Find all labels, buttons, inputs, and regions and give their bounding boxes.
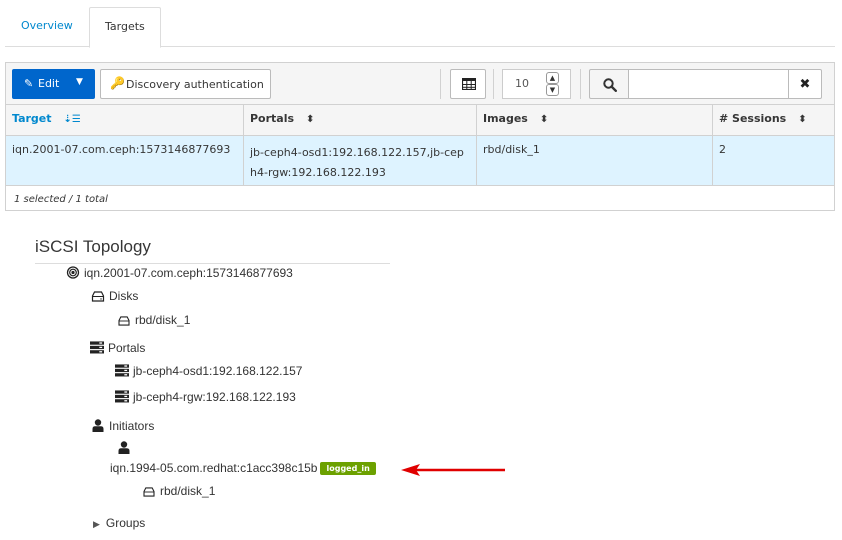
tree-node-portal[interactable]: jb-ceph4-rgw:192.168.122.193 bbox=[115, 390, 296, 404]
increment-button[interactable]: ▲ bbox=[546, 72, 559, 84]
tree-node-disks[interactable]: Disks bbox=[91, 289, 138, 303]
clear-search-button[interactable]: ✖ bbox=[788, 69, 822, 99]
tree-node-initiator-disk[interactable]: rbd/disk_1 bbox=[142, 484, 215, 498]
hdd-icon bbox=[118, 316, 130, 326]
pencil-icon: ✎ bbox=[24, 77, 34, 90]
key-icon: 🔑 bbox=[110, 76, 125, 90]
server-icon bbox=[90, 341, 104, 354]
page-size-stepper[interactable]: 10 ▲ ▼ bbox=[502, 69, 571, 99]
close-icon: ✖ bbox=[799, 77, 811, 92]
topology-title: iSCSI Topology bbox=[35, 237, 151, 256]
tree-node-portals[interactable]: Portals bbox=[90, 341, 145, 355]
search-icon bbox=[603, 78, 617, 92]
divider bbox=[35, 263, 390, 264]
page-size-value: 10 bbox=[515, 77, 529, 90]
server-icon bbox=[115, 390, 129, 403]
tree-node-groups[interactable]: ▶ Groups bbox=[93, 516, 145, 530]
user-icon bbox=[118, 441, 130, 454]
discovery-authentication-button[interactable]: 🔑 Discovery authentication bbox=[100, 69, 271, 99]
table-row[interactable]: iqn.2001-07.com.ceph:1573146877693 jb-ce… bbox=[5, 135, 835, 186]
sort-icon: ⬍ bbox=[798, 114, 807, 125]
tab-overview[interactable]: Overview bbox=[6, 7, 88, 47]
annotation-arrow bbox=[401, 464, 505, 476]
sort-icon: ⬍ bbox=[306, 114, 315, 125]
hdd-icon bbox=[91, 291, 105, 302]
targets-table: Target ⇣☰ Portals ⬍ Images ⬍ # Sessions ⬍ iq… bbox=[5, 104, 835, 186]
search-input[interactable] bbox=[628, 69, 789, 99]
tab-bar: Overview Targets bbox=[5, 7, 835, 48]
table-header-row: Target ⇣☰ Portals ⬍ Images ⬍ # Sessions ⬍ bbox=[5, 104, 835, 136]
tree-node-disk[interactable]: rbd/disk_1 bbox=[117, 313, 190, 327]
column-header-sessions[interactable]: # Sessions ⬍ bbox=[712, 104, 835, 136]
table-toolbar: ✎ Edit ▼ 🔑 Discovery authentication 10 ▲… bbox=[5, 62, 835, 104]
cell-target: iqn.2001-07.com.ceph:1573146877693 bbox=[5, 135, 244, 186]
cell-portals: jb-ceph4-osd1:192.168.122.157,jb-ceph4-r… bbox=[243, 135, 477, 186]
tree-node-initiator[interactable]: iqn.1994-05.com.redhat:c1acc398c15b logge… bbox=[110, 461, 376, 475]
cell-images: rbd/disk_1 bbox=[476, 135, 713, 186]
column-header-images[interactable]: Images ⬍ bbox=[476, 104, 713, 136]
divider bbox=[580, 69, 581, 99]
hdd-icon bbox=[143, 487, 155, 497]
tree-node-target[interactable]: iqn.2001-07.com.ceph:1573146877693 bbox=[66, 266, 293, 280]
divider bbox=[493, 69, 494, 99]
tab-targets[interactable]: Targets bbox=[89, 7, 161, 48]
column-toggle-button[interactable] bbox=[450, 69, 486, 99]
divider bbox=[440, 69, 441, 99]
caret-right-icon[interactable]: ▶ bbox=[93, 519, 100, 529]
decrement-button[interactable]: ▼ bbox=[546, 84, 559, 96]
search-group: ✖ bbox=[589, 69, 822, 99]
tree-node-initiators[interactable]: Initiators bbox=[91, 419, 154, 433]
sort-ascending-icon: ⇣☰ bbox=[63, 114, 81, 125]
server-icon bbox=[115, 364, 129, 377]
tree-node-portal[interactable]: jb-ceph4-osd1:192.168.122.157 bbox=[115, 364, 302, 378]
status-badge: logged_in bbox=[320, 462, 376, 475]
edit-button[interactable]: ✎ Edit ▼ bbox=[12, 69, 95, 99]
table-icon bbox=[462, 78, 476, 90]
sort-icon: ⬍ bbox=[539, 114, 549, 125]
chevron-down-icon[interactable]: ▼ bbox=[76, 77, 83, 87]
edit-label: Edit bbox=[38, 77, 60, 90]
tree-node-initiator-icon bbox=[117, 441, 135, 455]
table-footer: 1 selected / 1 total bbox=[5, 185, 835, 211]
user-icon bbox=[92, 419, 104, 432]
target-icon bbox=[66, 266, 80, 279]
column-header-target[interactable]: Target ⇣☰ bbox=[5, 104, 244, 136]
initiator-name: iqn.1994-05.com.redhat:c1acc398c15b bbox=[110, 461, 318, 475]
column-header-portals[interactable]: Portals ⬍ bbox=[243, 104, 477, 136]
discovery-authentication-label: Discovery authentication bbox=[126, 78, 264, 91]
cell-sessions: 2 bbox=[712, 135, 835, 186]
search-button[interactable] bbox=[589, 69, 629, 99]
